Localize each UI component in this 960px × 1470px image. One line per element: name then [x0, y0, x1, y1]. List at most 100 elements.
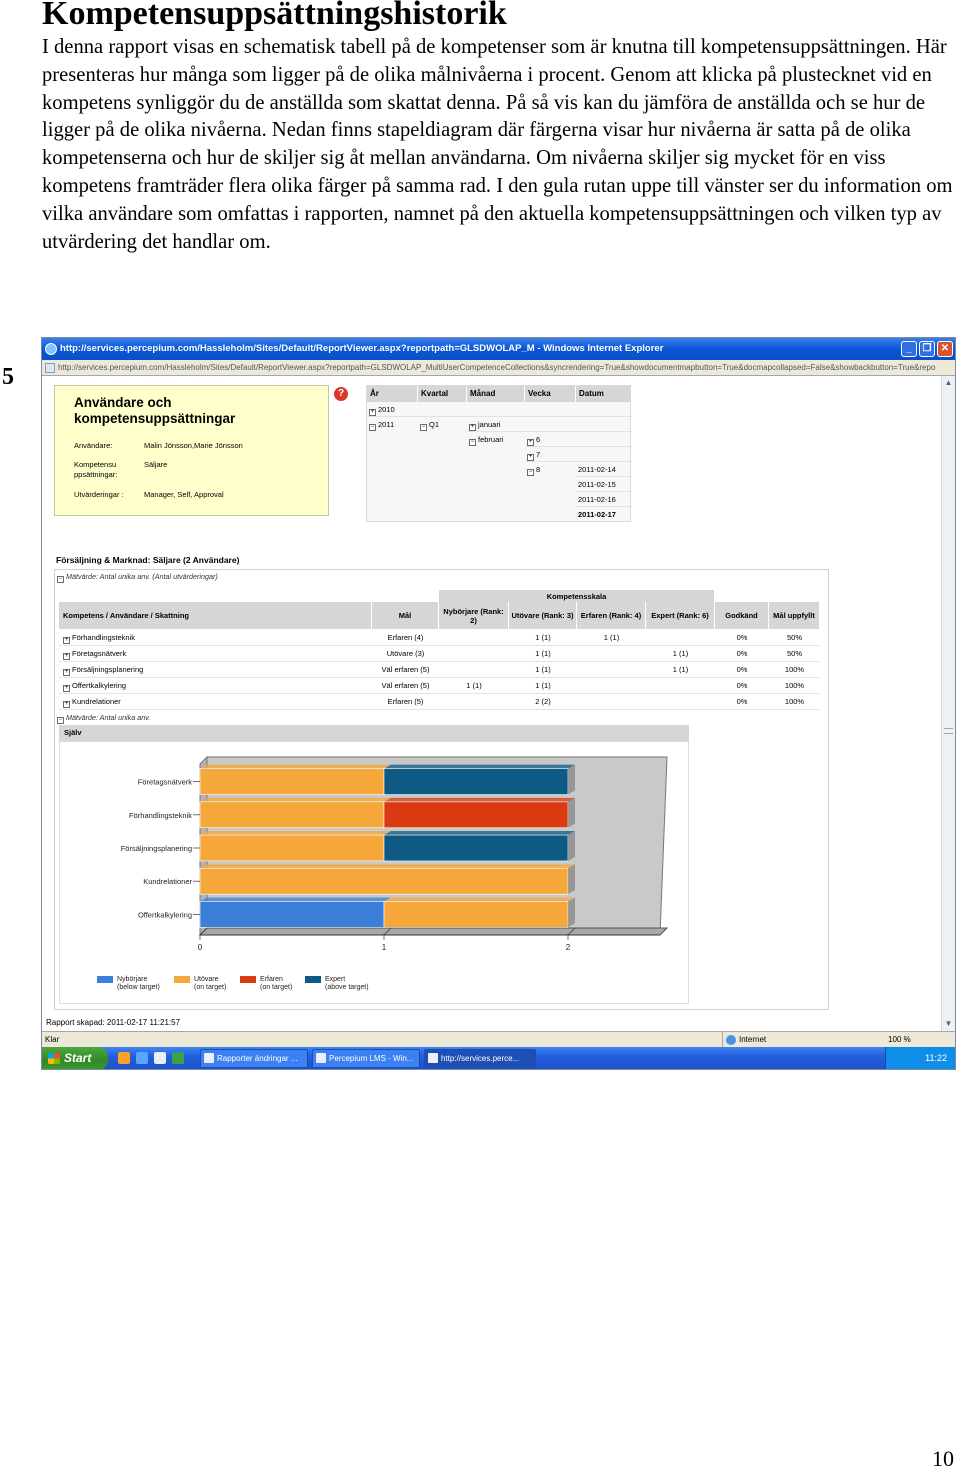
legend-label: Utövare — [194, 976, 219, 983]
evaluations-value: Manager, Self, Approval — [144, 490, 224, 499]
date-item[interactable]: 2011-02-14 — [578, 464, 616, 475]
month-january[interactable]: + januari — [469, 419, 501, 431]
window-title: http://services.percepium.com/Hassleholm… — [60, 343, 664, 354]
experienced-cell — [577, 646, 646, 662]
expand-icon[interactable]: + — [63, 653, 70, 660]
col-competence: Kompetens / Användare / Skattning — [59, 602, 372, 629]
goal-cell: Erfaren (5) — [387, 697, 424, 706]
bar-top-face — [200, 831, 391, 836]
close-button[interactable]: ✕ — [937, 341, 953, 357]
page-number: 10 — [932, 1446, 954, 1470]
expand-icon[interactable]: + — [63, 685, 70, 692]
report-created: Rapport skapad: 2011-02-17 11:21:57 — [46, 1018, 181, 1027]
taskbar-item-active[interactable]: http://services.perce... — [424, 1049, 536, 1068]
competence-name[interactable]: + Försäljningsplanering — [59, 662, 372, 678]
goal-met-cell: 100% — [784, 681, 805, 690]
collapse-icon[interactable]: − — [420, 424, 427, 431]
expand-icon[interactable]: + — [527, 454, 534, 461]
evaluations-label: Utvärderingar : — [74, 490, 124, 499]
approved-cell: 0% — [736, 665, 748, 674]
bar-segment — [383, 901, 569, 928]
quicklaunch-icon[interactable] — [154, 1052, 166, 1064]
collapse-icon[interactable]: − — [57, 576, 64, 583]
category-label: Försäljningsplanering — [121, 844, 192, 853]
week-7[interactable]: +7 — [527, 449, 540, 461]
quicklaunch-icon[interactable] — [118, 1052, 130, 1064]
expand-icon[interactable]: + — [527, 439, 534, 446]
start-button[interactable]: Start — [42, 1047, 108, 1069]
scroll-down-icon[interactable]: ▼ — [943, 1018, 954, 1030]
date-filter: År Kvartal Månad Vecka Datum +2010 −2011… — [366, 385, 632, 522]
expert-cell: 1 (1) — [672, 665, 689, 674]
competence-name[interactable]: + Företagsnätverk — [59, 646, 372, 662]
approved-cell: 0% — [736, 633, 748, 642]
year-2011[interactable]: −2011 — [369, 419, 394, 431]
collapse-icon[interactable]: − — [469, 439, 476, 446]
document-intro: I denna rapport visas en schematisk tabe… — [42, 36, 953, 253]
competence-name[interactable]: + Kundrelationer — [59, 694, 372, 710]
bar-end-cap — [568, 897, 575, 928]
experienced-cell: 1 (1) — [603, 633, 620, 642]
bar-top-face — [384, 831, 575, 836]
collapse-icon[interactable]: − — [369, 424, 376, 431]
quicklaunch-icon[interactable] — [136, 1052, 148, 1064]
x-tick-label: 0 — [198, 943, 203, 952]
address-url: http://services.percepium.com/Hassleholm… — [58, 363, 936, 372]
measure-label[interactable]: − Mätvärde: Antal unika anv. — [57, 713, 150, 724]
expand-icon[interactable]: + — [63, 637, 70, 644]
quarter-q1[interactable]: − Q1 — [420, 419, 439, 431]
category-label: Förhandlingsteknik — [129, 811, 192, 820]
scroll-up-icon[interactable]: ▲ — [943, 377, 954, 389]
measure-label[interactable]: − Mätvärde: Antal unika anv. (Antal utvär… — [57, 572, 218, 583]
bar-top-face — [384, 797, 575, 802]
browser-window: http://services.percepium.com/Hassleholm… — [41, 337, 956, 1070]
system-tray: 11:22 — [885, 1047, 955, 1069]
taskbar-item[interactable]: Percepium LMS - Win... — [312, 1049, 420, 1068]
window-icon — [316, 1053, 326, 1063]
col-experienced: Erfaren (Rank: 4) — [577, 602, 646, 629]
expand-icon[interactable]: + — [63, 669, 70, 676]
table-row: + Förhandlingsteknik Erfaren (4) 1 (1) 1 … — [59, 630, 820, 646]
bar-top-face — [200, 897, 391, 902]
date-item-selected[interactable]: 2011-02-17 — [578, 509, 616, 520]
vertical-scrollbar[interactable]: ▲ ▼ — [941, 376, 955, 1031]
header-month: Månad — [467, 386, 525, 402]
competence-name[interactable]: + Offertkalkylering — [59, 678, 372, 694]
category-label: Offertkalkylering — [138, 910, 192, 919]
month-february[interactable]: − februari — [469, 434, 503, 446]
goal-met-cell: 100% — [784, 665, 805, 674]
taskbar-item[interactable]: Rapporter ändringar ... — [200, 1049, 308, 1068]
week-8[interactable]: −8 — [527, 464, 540, 476]
expand-icon[interactable]: + — [369, 409, 376, 416]
header-year: År — [367, 386, 418, 402]
zoom-level[interactable]: 100 % — [882, 1032, 911, 1047]
scroll-grip-icon[interactable] — [944, 728, 953, 734]
help-icon[interactable]: ? — [334, 387, 348, 401]
x-tick-label: 1 — [382, 943, 387, 952]
address-bar[interactable]: http://services.percepium.com/Hassleholm… — [42, 360, 955, 376]
window-titlebar: http://services.percepium.com/Hassleholm… — [42, 338, 955, 360]
collapse-icon[interactable]: − — [527, 469, 534, 476]
minimize-button[interactable]: _ — [901, 341, 917, 357]
practitioner-cell: 1 (1) — [535, 681, 551, 690]
competence-name[interactable]: + Förhandlingsteknik — [59, 630, 372, 646]
expand-icon[interactable]: + — [63, 701, 70, 708]
quicklaunch-icon[interactable] — [172, 1052, 184, 1064]
date-item[interactable]: 2011-02-16 — [578, 494, 616, 505]
windows-flag-icon — [48, 1053, 60, 1064]
table-row: + Försäljningsplanering Väl erfaren (5) 1… — [59, 662, 820, 678]
legend-sublabel: (below target) — [117, 984, 160, 991]
col-practitioner: Utövare (Rank: 3) — [509, 602, 577, 629]
step-number: 5 — [2, 364, 14, 390]
report-title: Försäljning & Marknad: Säljare (2 Använd… — [56, 555, 240, 565]
collapse-icon[interactable]: − — [57, 717, 64, 724]
week-6[interactable]: +6 — [527, 434, 540, 446]
status-text: Klar — [45, 1035, 60, 1044]
year-2010[interactable]: +2010 — [369, 404, 395, 416]
header-quarter: Kvartal — [418, 386, 467, 402]
restore-button[interactable]: ❐ — [919, 341, 935, 357]
date-item[interactable]: 2011-02-15 — [578, 479, 616, 490]
header-date: Datum — [576, 386, 632, 402]
legend-sublabel: (on target) — [194, 984, 226, 991]
expand-icon[interactable]: + — [469, 424, 476, 431]
